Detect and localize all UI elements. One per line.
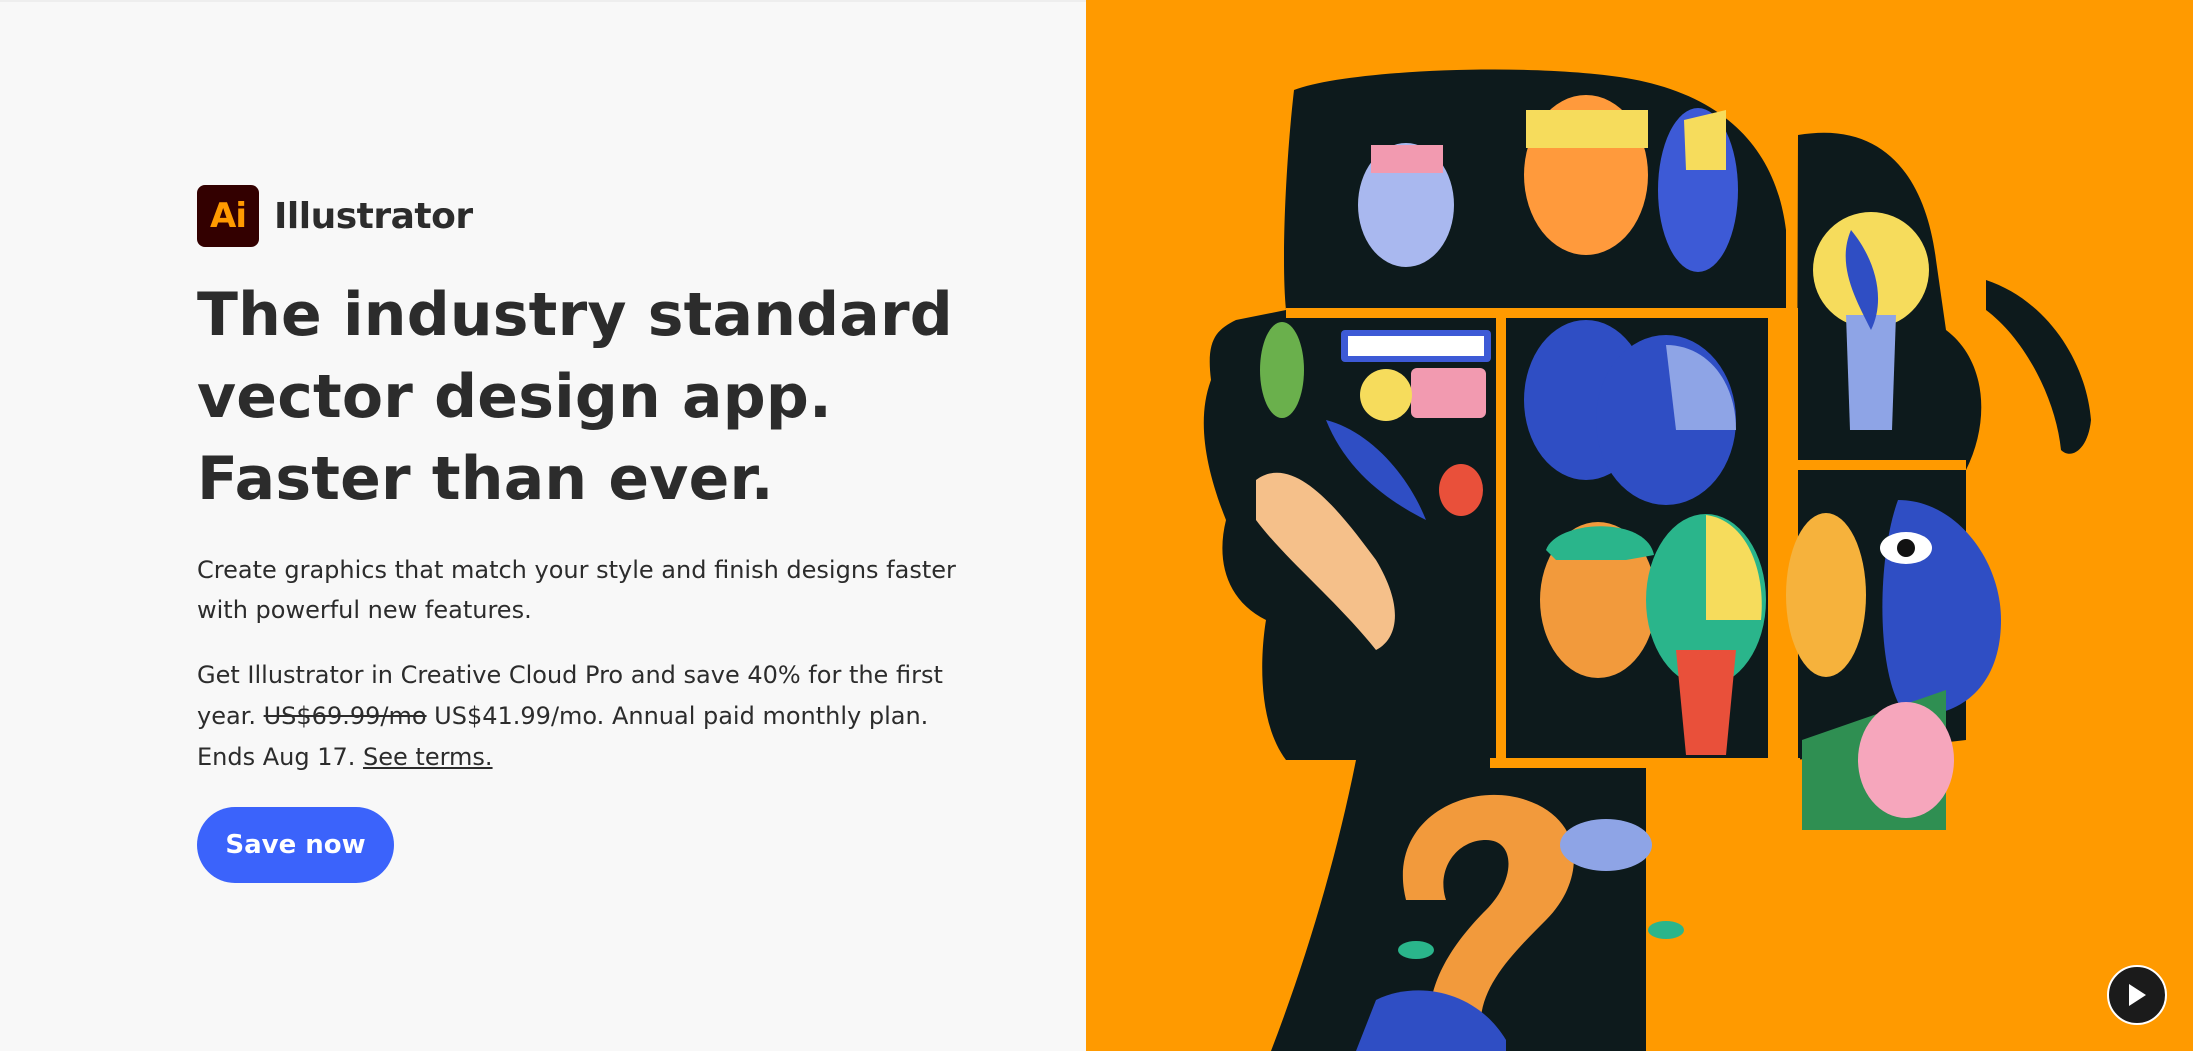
hero-headline: The industry standard vector design app.… [197, 280, 953, 514]
illustrator-logo-icon: Ai [197, 185, 259, 247]
play-icon [2129, 984, 2146, 1006]
play-video-button[interactable] [2107, 965, 2167, 1025]
hero-text-panel: Ai Illustrator The industry standard vec… [0, 0, 1086, 1051]
old-price: US$69.99/mo [263, 702, 427, 730]
head-collage-illustration [1203, 69, 2091, 1051]
hero-content: Ai Illustrator The industry standard vec… [197, 185, 957, 883]
hero-illustration [1086, 0, 2193, 1051]
save-now-button[interactable]: Save now [197, 807, 394, 883]
brand-name: Illustrator [274, 195, 473, 237]
hero-description: Create graphics that match your style an… [197, 556, 956, 624]
brand-header: Ai Illustrator [197, 185, 957, 247]
right-faces [1786, 500, 2001, 830]
offer-text: Get Illustrator in Creative Cloud Pro an… [197, 655, 957, 778]
see-terms-link[interactable]: See terms. [363, 743, 493, 771]
